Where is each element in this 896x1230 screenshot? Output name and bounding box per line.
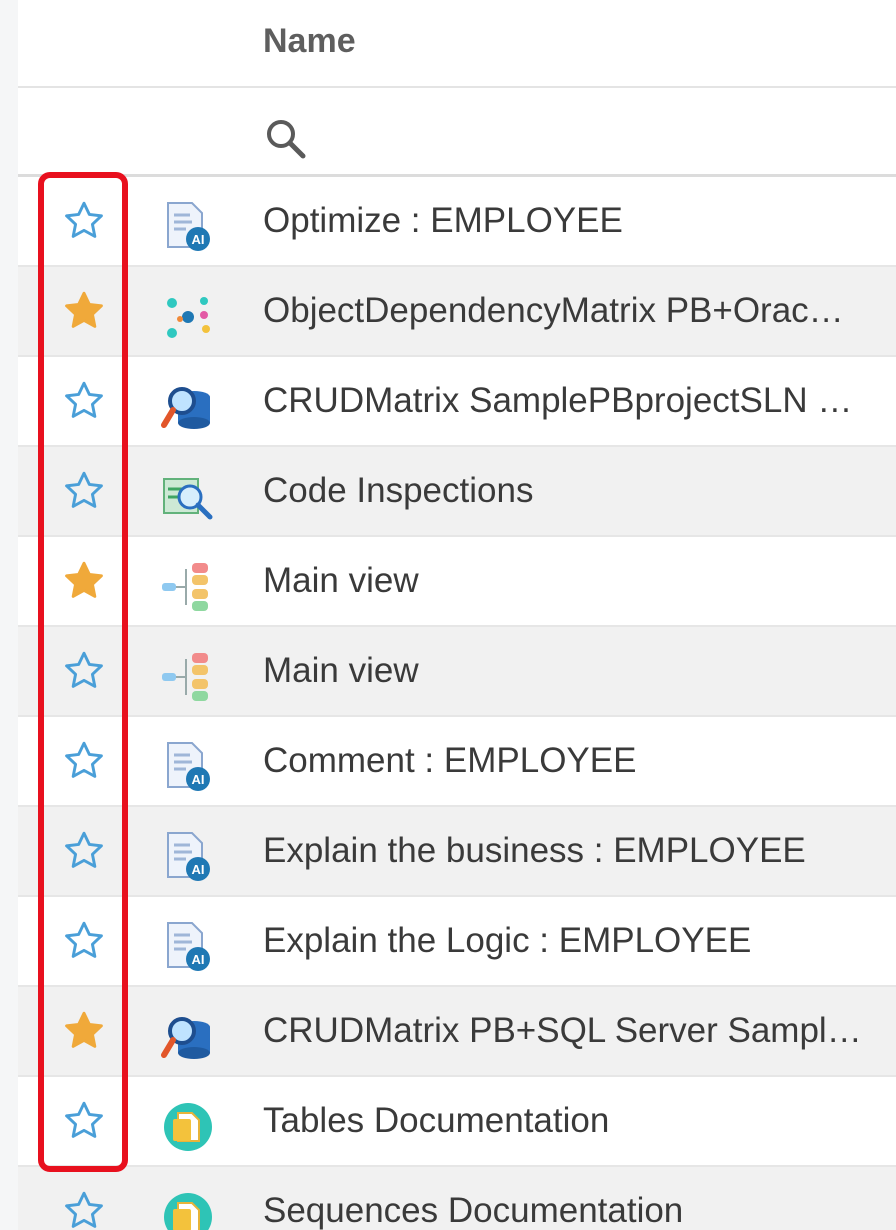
star-outline-icon[interactable] (62, 469, 106, 513)
row-name[interactable]: CRUDMatrix SamplePBprojectSLN … (263, 357, 893, 445)
database-search-icon (160, 379, 216, 435)
star-filled-icon[interactable] (62, 289, 106, 333)
table-row[interactable]: AI Explain the Logic : EMPLOYEE (18, 897, 896, 987)
dependency-graph-icon (160, 289, 216, 345)
documentation-icon (160, 1099, 216, 1155)
database-search-icon (160, 1009, 216, 1065)
row-name[interactable]: Tables Documentation (263, 1077, 893, 1165)
star-outline-icon[interactable] (62, 739, 106, 783)
table-row[interactable]: AI Comment : EMPLOYEE (18, 717, 896, 807)
svg-text:AI: AI (192, 952, 205, 967)
row-name[interactable]: ObjectDependencyMatrix PB+Orac… (263, 267, 893, 355)
table-row[interactable]: Main view (18, 627, 896, 717)
code-inspection-icon (160, 469, 216, 525)
document-ai-icon: AI (160, 199, 216, 255)
row-name[interactable]: Optimize : EMPLOYEE (263, 177, 893, 265)
table-row[interactable]: AI Explain the business : EMPLOYEE (18, 807, 896, 897)
table-row[interactable]: CRUDMatrix SamplePBprojectSLN … (18, 357, 896, 447)
document-ai-icon: AI (160, 919, 216, 975)
star-outline-icon[interactable] (62, 919, 106, 963)
table-row[interactable]: Tables Documentation (18, 1077, 896, 1167)
row-name[interactable]: Comment : EMPLOYEE (263, 717, 893, 805)
row-name[interactable]: Explain the business : EMPLOYEE (263, 807, 893, 895)
filter-row[interactable] (18, 88, 896, 177)
row-name[interactable]: Sequences Documentation (263, 1167, 893, 1230)
row-name[interactable]: Explain the Logic : EMPLOYEE (263, 897, 893, 985)
documentation-icon (160, 1189, 216, 1230)
table-row[interactable]: CRUDMatrix PB+SQL Server Sampl… (18, 987, 896, 1077)
items-grid: Name AI Optimize : EMPLOYEE ObjectDependen… (18, 0, 896, 1230)
document-ai-icon: AI (160, 829, 216, 885)
row-name[interactable]: Main view (263, 537, 893, 625)
table-row[interactable]: Code Inspections (18, 447, 896, 537)
column-header-name[interactable]: Name (263, 22, 356, 61)
svg-text:AI: AI (192, 862, 205, 877)
table-row[interactable]: Sequences Documentation (18, 1167, 896, 1230)
table-row[interactable]: AI Optimize : EMPLOYEE (18, 177, 896, 267)
star-outline-icon[interactable] (62, 199, 106, 243)
star-outline-icon[interactable] (62, 1189, 106, 1230)
star-outline-icon[interactable] (62, 829, 106, 873)
tree-view-icon (160, 559, 216, 615)
star-outline-icon[interactable] (62, 379, 106, 423)
document-ai-icon: AI (160, 739, 216, 795)
table-row[interactable]: ObjectDependencyMatrix PB+Orac… (18, 267, 896, 357)
svg-text:AI: AI (192, 232, 205, 247)
star-filled-icon[interactable] (62, 559, 106, 603)
table-row[interactable]: Main view (18, 537, 896, 627)
search-icon[interactable] (263, 116, 309, 162)
star-filled-icon[interactable] (62, 1009, 106, 1053)
row-name[interactable]: Code Inspections (263, 447, 893, 535)
grid-header: Name (18, 0, 896, 88)
row-name[interactable]: Main view (263, 627, 893, 715)
star-outline-icon[interactable] (62, 1099, 106, 1143)
tree-view-icon (160, 649, 216, 705)
star-outline-icon[interactable] (62, 649, 106, 693)
grid-body: AI Optimize : EMPLOYEE ObjectDependencyMat… (18, 177, 896, 1230)
svg-text:AI: AI (192, 772, 205, 787)
row-name[interactable]: CRUDMatrix PB+SQL Server Sampl… (263, 987, 893, 1075)
